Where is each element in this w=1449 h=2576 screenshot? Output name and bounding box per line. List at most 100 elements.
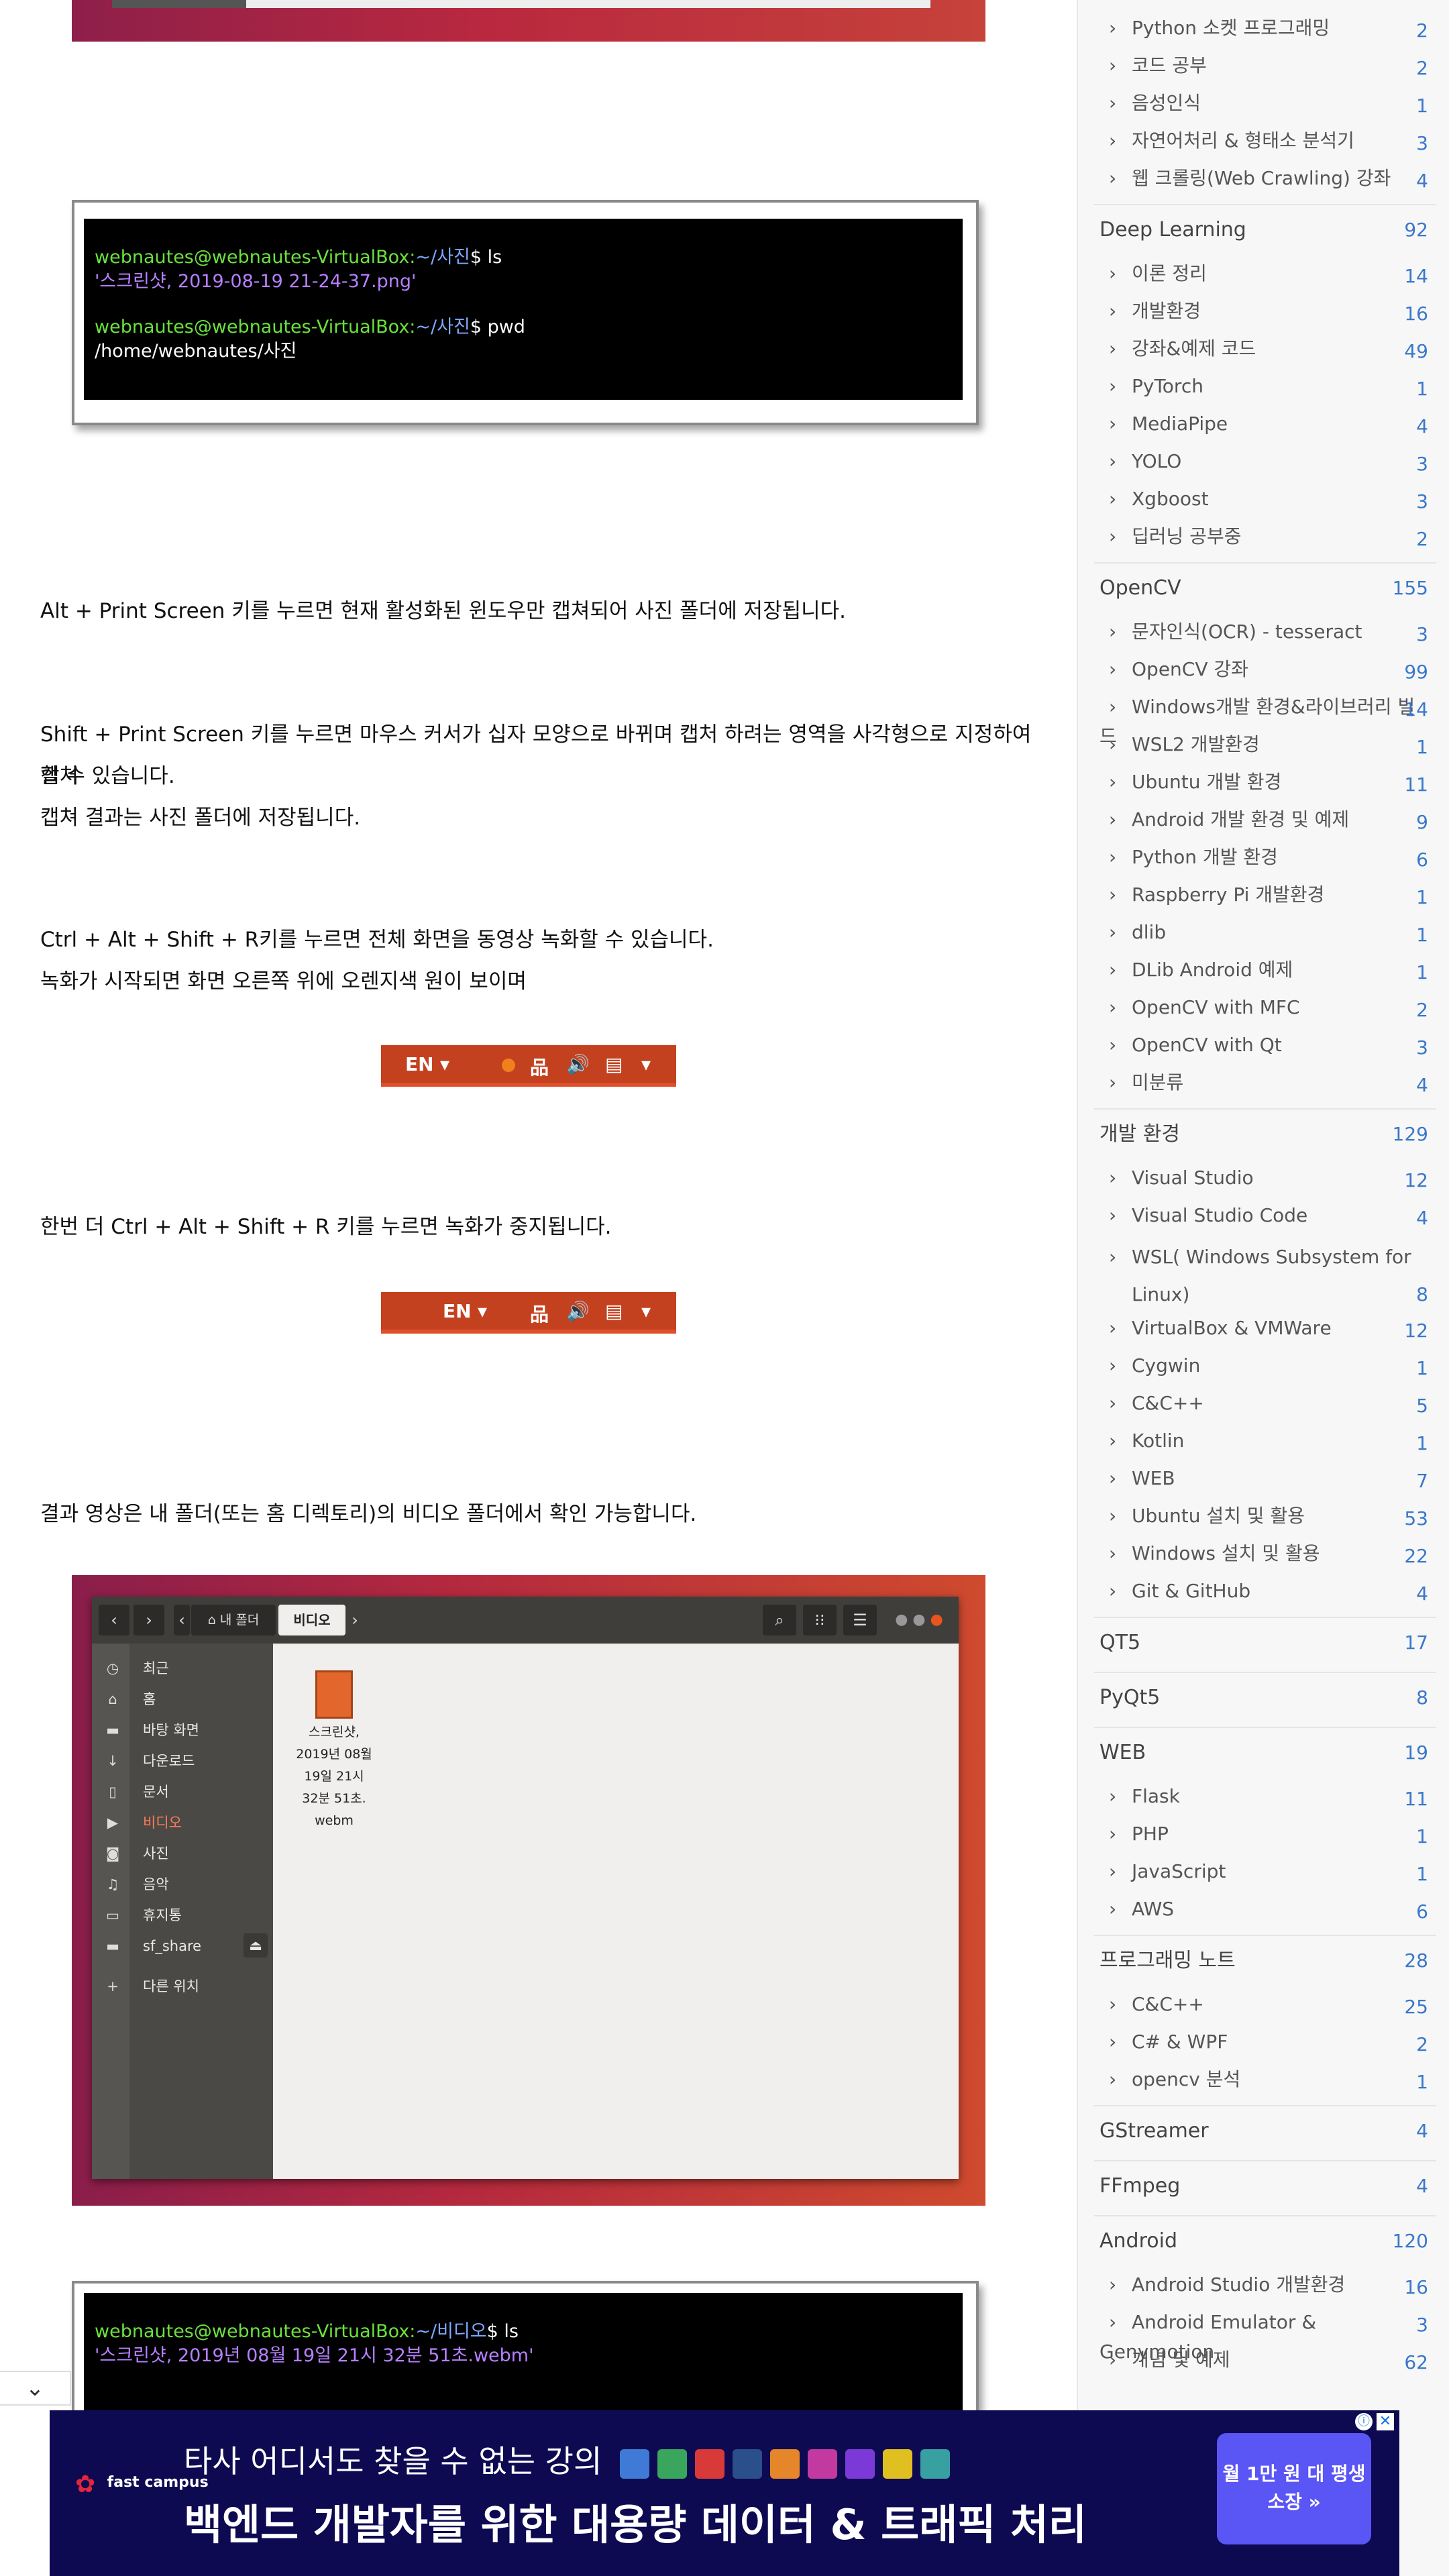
sidebar-category-item[interactable]: › Visual Studio 12	[1099, 1163, 1428, 1193]
chevron-right-icon: ›	[1109, 771, 1117, 793]
term2-user: webnautes@webnautes-VirtualBox:	[95, 2321, 416, 2342]
sidebar-item-label: 이론 정리	[1132, 262, 1207, 284]
sidebar-category-item[interactable]: › 딥러닝 공부중 2	[1099, 522, 1428, 551]
sidebar-item-label: Android 개발 환경 및 예제	[1132, 808, 1350, 830]
sidebar-category-item[interactable]: › Windows개발 환경&라이브러리 빌드 14	[1099, 692, 1428, 747]
sidebar-category-item[interactable]: › Xgboost 3	[1099, 484, 1428, 514]
sidebar-category-item[interactable]: › 강좌&예제 코드 49	[1099, 334, 1428, 364]
sidebar-category-item[interactable]: › opencv 분석 1	[1099, 2065, 1428, 2094]
sidebar-category-item[interactable]: › Git & GitHub 4	[1099, 1576, 1428, 1606]
sidebar-category-item[interactable]: › Android Studio 개발환경 16	[1099, 2270, 1428, 2300]
sidebar-category-item[interactable]: › WSL( Windows Subsystem for Linux) 8	[1099, 1238, 1428, 1305]
place-item[interactable]: ◷ 최근	[103, 1658, 270, 1678]
sidebar-category-item[interactable]: › 이론 정리 14	[1099, 259, 1428, 288]
sidebar-category-item[interactable]: › OpenCV 강좌 99	[1099, 655, 1428, 684]
sidebar-category-item[interactable]: › PHP 1	[1099, 1819, 1428, 1849]
sidebar-category-item[interactable]: › C&C++ 5	[1099, 1389, 1428, 1418]
sidebar-category-item[interactable]: › Python 소켓 프로그래밍 2	[1099, 13, 1428, 43]
sidebar-category-item[interactable]: › AWS 6	[1099, 1894, 1428, 1924]
place-label: 바탕 화면	[143, 1722, 199, 1738]
place-item[interactable]: ▬ sf_share ⏏	[103, 1933, 270, 1957]
sidebar-category-header[interactable]: GStreamer 4	[1099, 2116, 1428, 2147]
place-item[interactable]: ▶ 비디오	[103, 1813, 270, 1833]
ad-cta-button[interactable]: 월 1만 원 대 평생 소장 »	[1217, 2433, 1371, 2544]
chevron-down-icon: ▾	[641, 1300, 651, 1322]
sidebar-category-item[interactable]: › 코드 공부 2	[1099, 51, 1428, 80]
sidebar-category-item[interactable]: › C# & WPF 2	[1099, 2027, 1428, 2057]
sidebar-category-item[interactable]: › JavaScript 1	[1099, 1857, 1428, 1886]
place-item[interactable]: ♫ 음악	[103, 1874, 270, 1894]
sidebar-category-item[interactable]: › 개념 및 예제 62	[1099, 2345, 1428, 2375]
plus-icon: +	[107, 1978, 119, 1994]
sidebar-item-label: Visual Studio Code	[1132, 1204, 1308, 1226]
ad-info-icon[interactable]: ⓘ	[1355, 2413, 1373, 2430]
place-item[interactable]: ▯ 문서	[103, 1782, 270, 1802]
term2-path: ~/비디오	[415, 2321, 487, 2342]
sidebar-category-item[interactable]: › Windows 설치 및 활용 22	[1099, 1539, 1428, 1568]
sidebar-category-header[interactable]: QT5 17	[1099, 1627, 1428, 1658]
sidebar-category-header[interactable]: PyQt5 8	[1099, 1682, 1428, 1713]
ad-banner[interactable]: ✿ fast campus 타사 어디서도 찾을 수 없는 강의 백엔드 개발자…	[50, 2410, 1399, 2576]
sidebar-header-label: Android	[1099, 2229, 1177, 2253]
sidebar-category-header[interactable]: Android 120	[1099, 2226, 1428, 2257]
sidebar-category-header[interactable]: 프로그래밍 노트 28	[1099, 1945, 1428, 1976]
chevron-down-icon[interactable]: ⌄	[0, 2371, 71, 2406]
sidebar-category-item[interactable]: › PyTorch 1	[1099, 372, 1428, 401]
tech-icons	[619, 2443, 958, 2479]
sidebar-category-item[interactable]: › Android Emulator & Genymotion 3	[1099, 2308, 1428, 2363]
sidebar-category-header[interactable]: OpenCV 155	[1099, 573, 1428, 604]
chevron-right-icon: ›	[1109, 167, 1117, 189]
place-item[interactable]: ▭ 휴지통	[103, 1905, 270, 1925]
sidebar-category-item[interactable]: › VirtualBox & VMWare 12	[1099, 1313, 1428, 1343]
chevron-right-icon: ›	[1109, 488, 1117, 510]
sidebar-category-item[interactable]: › Raspberry Pi 개발환경 1	[1099, 880, 1428, 910]
sidebar-category-item[interactable]: › Flask 11	[1099, 1782, 1428, 1811]
chevron-down-icon: ▾	[641, 1053, 651, 1075]
sidebar-category-item[interactable]: › Ubuntu 개발 환경 11	[1099, 767, 1428, 797]
place-item[interactable]: ▬ 바탕 화면	[103, 1720, 270, 1740]
sidebar-category-item[interactable]: › WEB 7	[1099, 1464, 1428, 1493]
sidebar-category-item[interactable]: › 개발환경 16	[1099, 297, 1428, 326]
sidebar-category-item[interactable]: › MediaPipe 4	[1099, 409, 1428, 439]
place-item[interactable]: ⌂ 홈	[103, 1689, 270, 1709]
sidebar-category-item[interactable]: › Cygwin 1	[1099, 1351, 1428, 1381]
sidebar-category-item[interactable]: › 문자인식(OCR) - tesseract 3	[1099, 617, 1428, 647]
place-label: 다른 위치	[143, 1978, 199, 1994]
sidebar-category-item[interactable]: › OpenCV with MFC 2	[1099, 993, 1428, 1022]
sidebar-category-item[interactable]: › 자연어처리 & 형태소 분석기 3	[1099, 126, 1428, 156]
place-item[interactable]: ◙ 사진	[103, 1843, 270, 1864]
chevron-right-icon: ›	[1109, 696, 1117, 718]
eject-icon[interactable]: ⏏	[244, 1933, 268, 1957]
sidebar-item-count: 49	[1404, 340, 1428, 362]
sidebar-category-item[interactable]: › OpenCV with Qt 3	[1099, 1030, 1428, 1060]
lang-indicator: EN	[405, 1053, 434, 1075]
sidebar-category-item[interactable]: › dlib 1	[1099, 918, 1428, 947]
sidebar-category-header[interactable]: 개발 환경 129	[1099, 1119, 1428, 1150]
network-icon: 品	[530, 1057, 549, 1079]
sidebar-item-count: 7	[1416, 1470, 1428, 1492]
place-item[interactable]: ↓ 다운로드	[103, 1751, 270, 1771]
sidebar-category-item[interactable]: › C&C++ 25	[1099, 1990, 1428, 2019]
sidebar-category-item[interactable]: › 음성인식 1	[1099, 89, 1428, 118]
volume-icon: 🔊	[566, 1053, 590, 1075]
sidebar-category-item[interactable]: › 미분류 4	[1099, 1068, 1428, 1097]
sidebar-category-item[interactable]: › Kotlin 1	[1099, 1426, 1428, 1456]
sidebar-category-item[interactable]: › WSL2 개발환경 1	[1099, 730, 1428, 759]
sidebar-header-label: QT5	[1099, 1631, 1141, 1654]
chevron-right-icon: ›	[1109, 921, 1117, 943]
ad-close-icon[interactable]: ✕	[1377, 2413, 1394, 2430]
chevron-right-icon: ›	[1109, 375, 1117, 397]
sidebar-category-item[interactable]: › 웹 크롤링(Web Crawling) 강좌 4	[1099, 164, 1428, 193]
sidebar-category-item[interactable]: › YOLO 3	[1099, 447, 1428, 476]
sidebar-category-header[interactable]: WEB 19	[1099, 1737, 1428, 1768]
sidebar-category-item[interactable]: › Visual Studio Code 4	[1099, 1201, 1428, 1230]
sidebar-item-count: 12	[1404, 1169, 1428, 1191]
sidebar-category-item[interactable]: › Python 개발 환경 6	[1099, 843, 1428, 872]
place-item[interactable]: + 다른 위치	[103, 1976, 270, 1996]
sidebar-category-item[interactable]: › Android 개발 환경 및 예제 9	[1099, 805, 1428, 835]
sidebar-category-header[interactable]: FFmpeg 4	[1099, 2171, 1428, 2202]
sidebar-category-item[interactable]: › DLib Android 예제 1	[1099, 955, 1428, 985]
sidebar-category-header[interactable]: Deep Learning 92	[1099, 215, 1428, 246]
chevron-right-icon: ›	[1109, 337, 1117, 360]
sidebar-category-item[interactable]: › Ubuntu 설치 및 활용 53	[1099, 1501, 1428, 1531]
